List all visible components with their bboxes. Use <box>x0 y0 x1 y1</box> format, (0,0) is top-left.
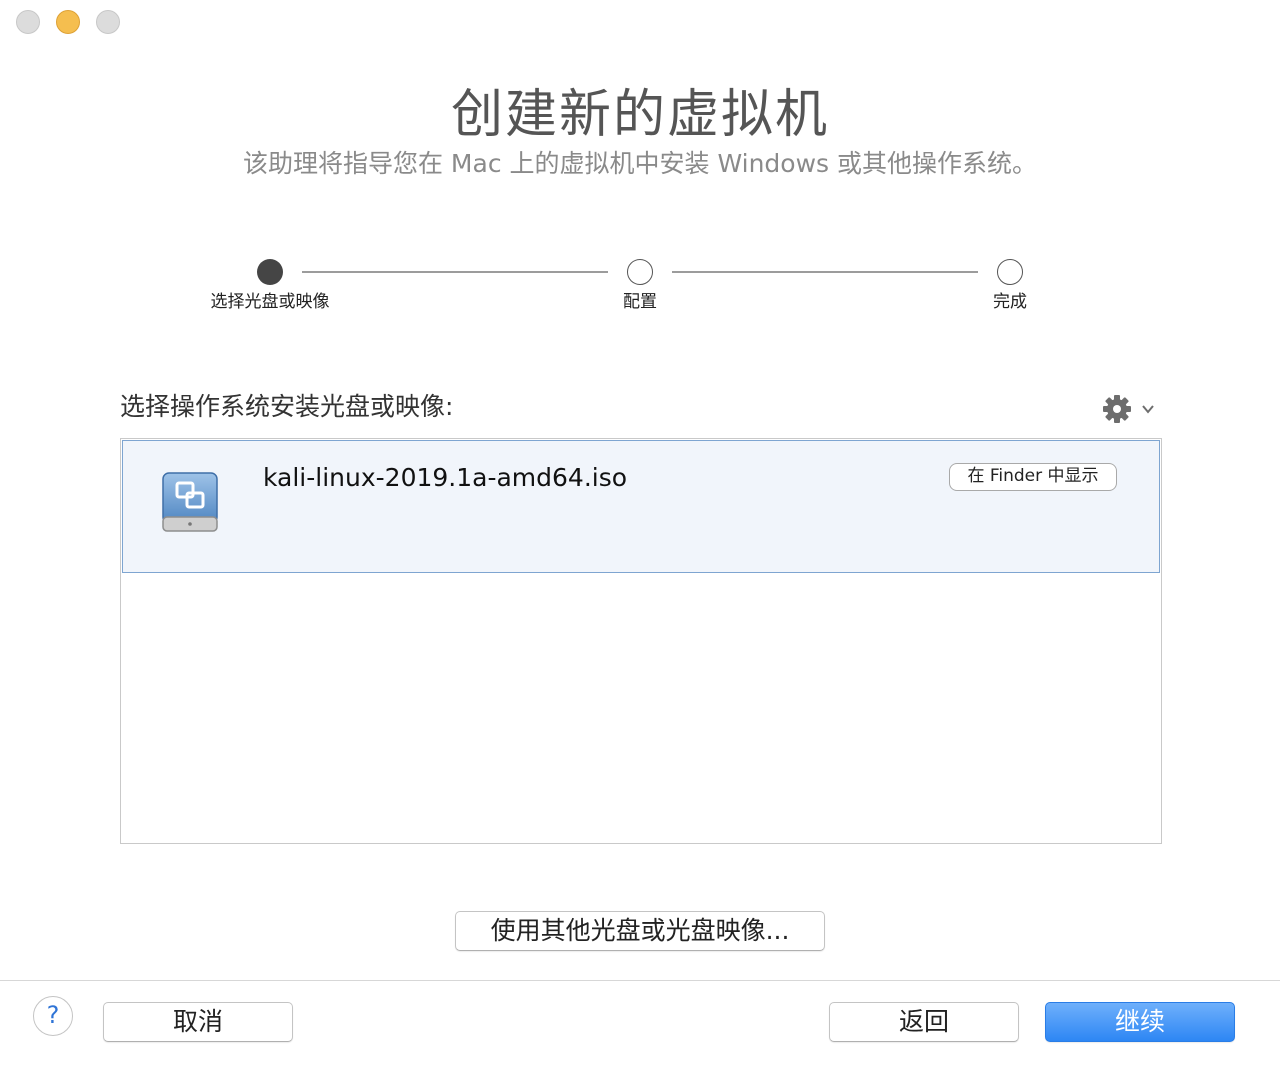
continue-button[interactable]: 继续 <box>1045 1002 1235 1042</box>
page-title: 创建新的虚拟机 <box>450 85 829 145</box>
step-1-dot <box>257 259 283 285</box>
step-connector-1 <box>302 271 608 273</box>
source-label: 选择操作系统安装光盘或映像: <box>120 392 454 421</box>
step-2-dot <box>627 259 653 285</box>
source-list[interactable]: kali-linux-2019.1a-amd64.iso 在 Finder 中显… <box>120 438 1162 844</box>
show-in-finder-button[interactable]: 在 Finder 中显示 <box>949 463 1117 491</box>
list-item[interactable]: kali-linux-2019.1a-amd64.iso 在 Finder 中显… <box>122 440 1160 573</box>
window-zoom-button[interactable] <box>96 10 120 34</box>
window-minimize-button[interactable] <box>56 10 80 34</box>
help-button[interactable]: ? <box>33 996 73 1036</box>
gear-icon[interactable] <box>1102 394 1132 424</box>
cancel-button[interactable]: 取消 <box>103 1002 293 1042</box>
page-subtitle: 该助理将指导您在 Mac 上的虚拟机中安装 Windows 或其他操作系统。 <box>242 149 1038 178</box>
window-close-button[interactable] <box>16 10 40 34</box>
file-name: kali-linux-2019.1a-amd64.iso <box>263 463 628 492</box>
use-other-disc-button[interactable]: 使用其他光盘或光盘映像... <box>455 911 825 951</box>
chevron-down-icon[interactable] <box>1140 402 1156 416</box>
step-1-label: 选择光盘或映像 <box>210 292 330 312</box>
disk-image-icon <box>162 472 218 532</box>
step-connector-2 <box>672 271 978 273</box>
back-button[interactable]: 返回 <box>829 1002 1019 1042</box>
footer-divider <box>0 980 1280 981</box>
step-2-label: 配置 <box>623 292 657 312</box>
step-3-label: 完成 <box>993 292 1027 312</box>
step-3-dot <box>997 259 1023 285</box>
